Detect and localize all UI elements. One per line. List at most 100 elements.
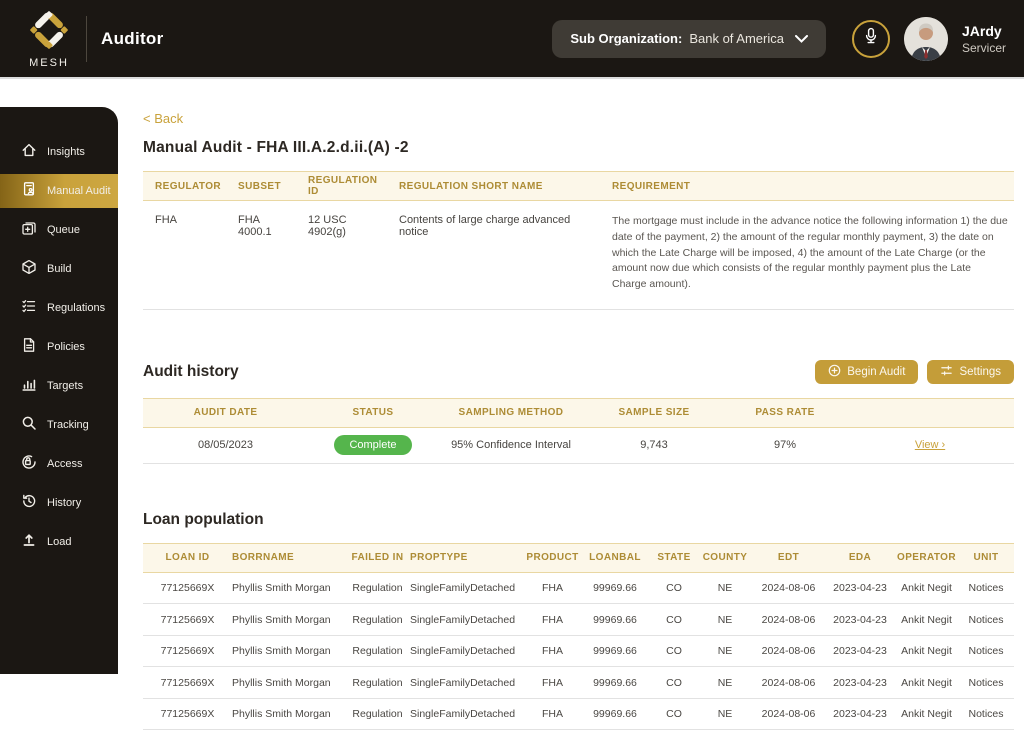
loan-cell: 2023-04-23 — [833, 676, 887, 689]
sidebar-item-load[interactable]: Load — [0, 525, 118, 559]
loan-cell: 99969.66 — [593, 676, 637, 689]
loan-table-header: LOAN ID BORRNAME FAILED IN PROPTYPE PRODUCT L… — [143, 542, 1014, 573]
table-row: 77125669X Phyllis Smith Morgan Regulation S… — [143, 636, 1014, 668]
loan-column-header: EDT — [777, 552, 800, 564]
mesh-logo-icon — [28, 9, 70, 56]
loan-column-header: COUNTY — [702, 552, 748, 564]
audit-date-value: 08/05/2023 — [197, 439, 254, 452]
sliders-icon — [940, 364, 953, 380]
loan-cell: CO — [666, 676, 682, 689]
microphone-button[interactable] — [851, 19, 890, 58]
sidebar-item-access[interactable]: Access — [0, 447, 118, 481]
sidebar-item-build[interactable]: Build — [0, 252, 118, 286]
back-link[interactable]: < Back — [143, 111, 183, 126]
sidebar-item-tracking[interactable]: Tracking — [0, 408, 118, 442]
sidebar-item-queue[interactable]: Queue — [0, 213, 118, 247]
sidebar-item-label: History — [47, 497, 82, 509]
checklist-icon — [21, 298, 37, 319]
plus-circle-icon — [828, 364, 841, 380]
sampling-method-value: 95% Confidence Interval — [451, 439, 571, 452]
loan-cell: FHA — [542, 676, 563, 689]
sidebar-item-label: Load — [47, 536, 72, 548]
loan-cell: Regulation — [352, 582, 403, 594]
sub-organization-label: Sub Organization: — [570, 31, 683, 46]
loan-cell: Phyllis Smith Morgan — [232, 645, 331, 657]
status-badge: Complete — [334, 435, 412, 456]
sidebar-item-label: Build — [47, 263, 72, 275]
table-row: 08/05/2023 Complete 95% Confidence Inter… — [143, 428, 1014, 464]
loan-column-header: EDA — [848, 552, 872, 564]
loan-cell: NE — [717, 676, 733, 689]
sidebar-item-policies[interactable]: Policies — [0, 330, 118, 364]
loan-cell: NE — [717, 645, 733, 657]
loan-column-header: STATE — [657, 552, 691, 564]
page-title: Manual Audit - FHA III.A.2.d.ii.(A) -2 — [143, 139, 409, 156]
home-icon — [21, 142, 37, 163]
loan-cell: NE — [717, 582, 733, 594]
loan-cell: 2023-04-23 — [833, 613, 887, 626]
view-link[interactable]: View › — [915, 439, 945, 451]
loan-cell: Regulation — [352, 645, 403, 657]
loan-cell: Notices — [968, 708, 1004, 720]
sidebar-item-manual-audit[interactable]: Manual Audit — [0, 174, 118, 208]
settings-button[interactable]: Settings — [927, 359, 1014, 384]
loan-cell: Ankit Negit — [901, 645, 952, 657]
loan-column-header: LOANBAL — [589, 552, 641, 564]
loan-cell: Notices — [968, 582, 1004, 594]
app-title: Auditor — [101, 28, 164, 48]
manual-audit-icon — [21, 181, 37, 202]
search-icon — [21, 415, 37, 436]
table-row: FHA FHA 4000.1 12 USC 4902(g) Contents o… — [143, 201, 1014, 310]
loan-cell: CO — [666, 613, 682, 626]
loan-cell: Phyllis Smith Morgan — [232, 708, 331, 720]
table-row: 77125669X Phyllis Smith Morgan Regulation S… — [143, 604, 1014, 636]
loan-cell: FHA — [542, 708, 563, 720]
regulation-table: REGULATOR SUBSET REGULATION ID REGULATIO… — [143, 171, 1014, 310]
loan-cell: 2023-04-23 — [833, 582, 887, 594]
avatar[interactable] — [903, 16, 948, 61]
column-header-audit-date: AUDIT DATE — [193, 407, 258, 419]
loan-cell: SingleFamilyDetached — [410, 613, 516, 626]
sub-organization-select[interactable]: Sub Organization: Bank of America — [552, 19, 826, 58]
sidebar-item-label: Tracking — [47, 419, 89, 431]
column-header-short-name: REGULATION SHORT NAME — [399, 180, 543, 192]
begin-audit-button[interactable]: Begin Audit — [815, 359, 919, 384]
upload-icon — [21, 532, 37, 553]
sidebar-item-label: Targets — [47, 380, 84, 392]
loan-cell: SingleFamilyDetached — [410, 582, 516, 594]
sub-organization-value: Bank of America — [689, 31, 784, 46]
brand-name: MESH — [29, 56, 69, 69]
history-icon — [21, 493, 37, 514]
pass-rate-value: 97% — [773, 439, 797, 452]
chevron-down-icon — [791, 30, 808, 48]
sidebar-item-label: Queue — [47, 224, 81, 236]
divider — [86, 15, 87, 62]
sidebar-item-history[interactable]: History — [0, 486, 118, 520]
loan-cell: Regulation — [352, 676, 403, 689]
loan-cell: 77125669X — [160, 676, 215, 689]
sidebar-item-insights[interactable]: Insights — [0, 135, 118, 169]
loan-cell: CO — [666, 708, 682, 720]
sidebar: Insights Manual Audit Queue Build Regula… — [0, 107, 118, 674]
loan-population-title: Loan population — [143, 510, 264, 528]
table-row: 77125669X Phyllis Smith Morgan Regulation S… — [143, 699, 1014, 730]
column-header-sampling-method: SAMPLING METHOD — [458, 407, 564, 419]
loan-cell: 2024-08-06 — [761, 708, 816, 720]
user-name: JArdy — [961, 22, 1002, 39]
loan-cell: 99969.66 — [593, 613, 637, 626]
column-header-sample-size: SAMPLE SIZE — [618, 407, 690, 419]
loan-column-header: FAILED IN — [351, 552, 404, 564]
loan-cell: 2024-08-06 — [761, 645, 816, 657]
loan-cell: 77125669X — [160, 708, 215, 720]
sidebar-item-targets[interactable]: Targets — [0, 369, 118, 403]
loan-column-header: OPERATOR — [897, 552, 956, 564]
loan-cell: 99969.66 — [593, 708, 637, 720]
loan-cell: SingleFamilyDetached — [410, 676, 516, 689]
sidebar-item-regulations[interactable]: Regulations — [0, 291, 118, 325]
user-role: Servicer — [961, 40, 1006, 55]
loan-cell: Ankit Negit — [901, 582, 952, 594]
bar-chart-icon — [21, 376, 37, 397]
loan-cell: Phyllis Smith Morgan — [232, 676, 331, 689]
microphone-icon — [862, 27, 880, 50]
audit-history-title: Audit history — [143, 362, 239, 380]
